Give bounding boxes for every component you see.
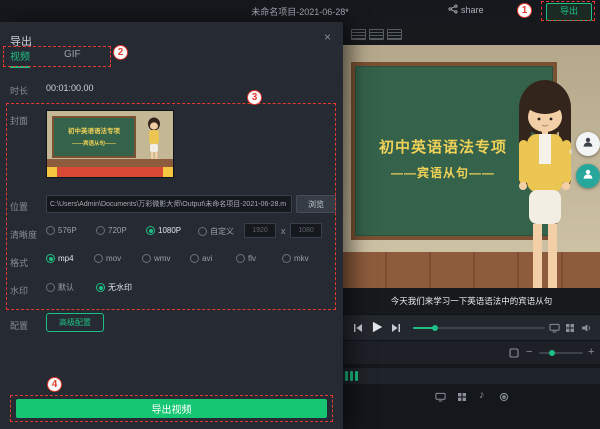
format-option-flv[interactable]: flv <box>236 254 256 263</box>
volume-icon[interactable] <box>581 323 592 333</box>
export-video-button[interactable]: 导出视频 <box>16 399 327 418</box>
timeline-clip[interactable] <box>345 371 348 381</box>
subtitle-text: 今天我们来学习一下英语语法中的宾语从句 <box>391 295 553 307</box>
dimension-times-label: x <box>281 226 286 236</box>
playback-knob[interactable] <box>432 325 438 331</box>
location-label: 位置 <box>10 200 28 213</box>
radio-icon <box>46 226 55 235</box>
grid-view-icon[interactable] <box>565 323 575 333</box>
custom-width-input[interactable] <box>244 223 276 238</box>
format-option-avi[interactable]: avi <box>190 254 212 263</box>
clarity-option-1080p[interactable]: 1080P <box>146 226 181 235</box>
clarity-label: 清晰度 <box>10 228 37 241</box>
clarity-option-576p[interactable]: 576P <box>46 226 77 235</box>
outfit-panel-button[interactable] <box>576 164 600 188</box>
radio-icon <box>190 254 199 263</box>
format-option-wmv[interactable]: wmv <box>142 254 170 263</box>
export-button-top[interactable]: 导出 <box>546 3 592 21</box>
duration-value: 00:01:00.00 <box>46 83 94 93</box>
cover-thumbnail[interactable]: 初中英语语法专项 ——宾语从句—— <box>46 110 174 178</box>
timeline-clip[interactable] <box>355 371 358 381</box>
annotation-step-3: 3 <box>247 90 262 105</box>
annotation-step-1: 1 <box>517 3 532 18</box>
props-icon[interactable] <box>387 29 402 40</box>
timeline-toolbar: − + <box>343 340 600 365</box>
radio-icon <box>46 283 55 292</box>
record-track-icon[interactable] <box>499 392 509 402</box>
radio-icon <box>146 226 155 235</box>
teacher-character[interactable] <box>493 74 593 314</box>
timeline-clip[interactable] <box>350 371 353 381</box>
watermark-option-none[interactable]: 无水印 <box>96 282 132 293</box>
radio-icon <box>282 254 291 263</box>
timeline-track[interactable] <box>343 368 600 384</box>
radio-icon <box>198 227 207 236</box>
share-icon <box>448 4 458 16</box>
zoom-track[interactable] <box>539 352 583 354</box>
advanced-config-button[interactable]: 高级配置 <box>46 313 104 332</box>
zoom-in-icon[interactable]: + <box>588 347 594 358</box>
thumb-board-title: 初中英语语法专项 <box>54 125 134 135</box>
custom-height-input[interactable] <box>290 223 322 238</box>
watermark-label: 水印 <box>10 284 28 297</box>
share-button[interactable]: share <box>448 4 484 16</box>
thumb-board-subtitle: ——宾语从句—— <box>54 139 134 147</box>
dialog-title: 导出 <box>10 33 32 49</box>
subtitle-bar: 今天我们来学习一下英语语法中的宾语从句 <box>343 288 600 314</box>
radio-icon <box>96 283 105 292</box>
layers-icon[interactable] <box>369 29 384 40</box>
timeline-area: ♪ <box>343 364 600 429</box>
radio-icon <box>236 254 245 263</box>
stage-top-bar <box>343 22 600 45</box>
zoom-knob[interactable] <box>549 350 555 356</box>
close-icon[interactable]: × <box>324 30 331 44</box>
format-option-mp4[interactable]: mp4 <box>46 254 74 263</box>
radio-icon <box>96 226 105 235</box>
titlebar: 未命名项目-2021-06-28* share 导出 <box>0 0 600 23</box>
thumb-floor <box>47 159 173 167</box>
thumb-banner <box>47 167 173 177</box>
radio-icon <box>142 254 151 263</box>
next-frame-icon[interactable] <box>391 323 401 333</box>
project-title: 未命名项目-2021-06-28* <box>0 5 600 18</box>
radio-icon <box>46 254 55 263</box>
clarity-option-custom[interactable]: 自定义 <box>198 226 234 237</box>
playback-bar <box>343 314 600 341</box>
scene-list-icon[interactable] <box>351 29 366 40</box>
format-label: 格式 <box>10 256 28 269</box>
browse-button[interactable]: 浏览 <box>296 195 336 213</box>
format-option-mov[interactable]: mov <box>94 254 121 263</box>
person-white-icon <box>582 167 594 185</box>
config-label: 配置 <box>10 319 28 332</box>
zoom-out-icon[interactable]: − <box>526 347 532 358</box>
share-label: share <box>461 5 484 15</box>
app-window: 未命名项目-2021-06-28* share 导出 初中英语语法专项 ——宾语… <box>0 0 600 429</box>
music-track-icon[interactable]: ♪ <box>479 390 485 401</box>
video-preview-stage: 初中英语语法专项 ——宾语从句—— <box>343 22 600 314</box>
location-input[interactable] <box>46 195 292 213</box>
export-dialog: 导出 × 视频 GIF 时长 00:01:00.00 封面 初中英语语法专项 —… <box>0 22 343 429</box>
fit-timeline-icon[interactable] <box>509 348 519 358</box>
thumb-chalkboard: 初中英语语法专项 ——宾语从句—— <box>52 116 136 158</box>
person-icon <box>582 135 594 153</box>
character-panel-button[interactable] <box>576 132 600 156</box>
sticker-track-icon[interactable] <box>457 392 467 402</box>
annotation-step-4: 4 <box>47 377 62 392</box>
duration-label: 时长 <box>10 84 28 97</box>
radio-icon <box>94 254 103 263</box>
clarity-option-720p[interactable]: 720P <box>96 226 127 235</box>
tab-gif[interactable]: GIF <box>64 49 81 60</box>
collapse-chevron-left-icon[interactable]: ‹ <box>569 146 573 158</box>
cover-label: 封面 <box>10 114 28 127</box>
play-icon[interactable] <box>370 320 384 334</box>
monitor-preview-icon[interactable] <box>549 323 560 333</box>
format-option-mkv[interactable]: mkv <box>282 254 309 263</box>
previous-frame-icon[interactable] <box>353 323 363 333</box>
screen-track-icon[interactable] <box>435 392 446 402</box>
watermark-option-default[interactable]: 默认 <box>46 282 74 293</box>
annotation-step-2: 2 <box>113 45 128 60</box>
tab-video[interactable]: 视频 <box>10 48 30 68</box>
